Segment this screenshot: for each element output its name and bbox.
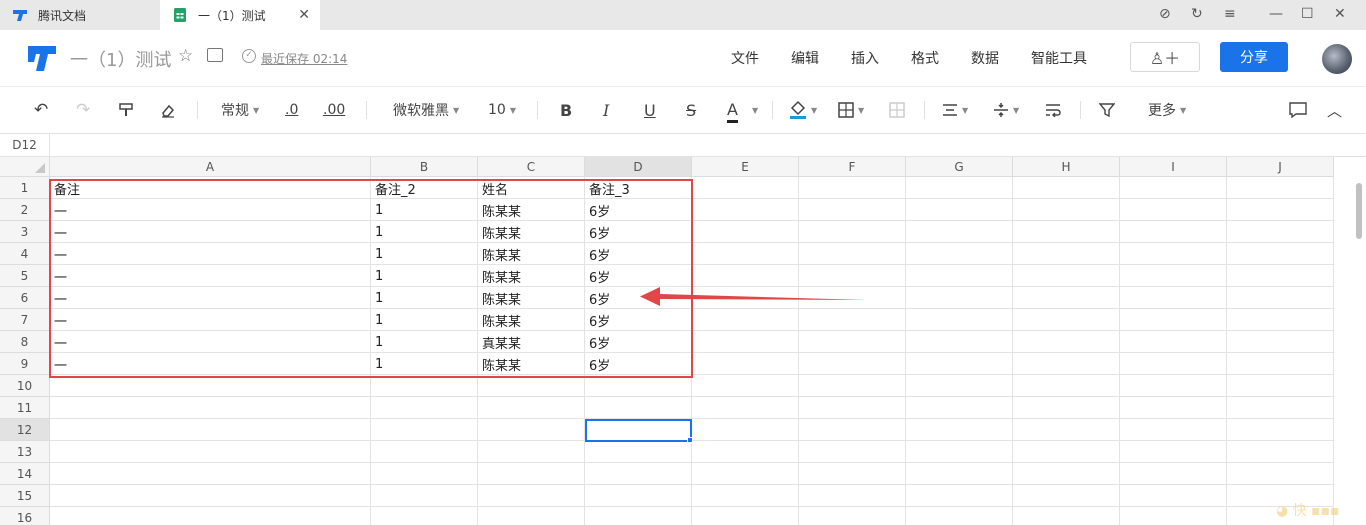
- scrollbar-thumb[interactable]: [1356, 183, 1362, 239]
- wrap-text-icon[interactable]: [1045, 99, 1061, 121]
- redo-icon[interactable]: ↷: [76, 99, 90, 121]
- move-to-folder-icon[interactable]: [207, 48, 223, 62]
- chevron-down-icon: ▼: [858, 105, 865, 115]
- tab-tencent-docs[interactable]: 腾讯文档: [0, 0, 160, 30]
- chevron-down-icon: ▼: [962, 105, 969, 115]
- document-title[interactable]: 一（1）测试: [70, 46, 171, 72]
- chevron-down-icon: ▼: [453, 105, 460, 115]
- fill-color-icon[interactable]: ▼: [789, 99, 817, 121]
- number-format-dropdown[interactable]: 常规 ▼: [221, 99, 259, 121]
- cell-name-box[interactable]: D12: [0, 134, 50, 156]
- save-status[interactable]: 最近保存 02:14: [261, 50, 347, 67]
- annotation-arrow: [640, 287, 866, 306]
- saved-check-icon: ✓: [242, 49, 256, 63]
- spreadsheet-grid[interactable]: A B C D E F G H I J 1 2 3 4 5 6 7 8 9 10 11 12 13 14 15 16 备注 备注_2 姓…: [0, 157, 1366, 525]
- toolbar-separator: [924, 101, 925, 119]
- menu-insert[interactable]: 插入: [851, 48, 879, 68]
- menu-format[interactable]: 格式: [911, 48, 939, 68]
- menu-icon[interactable]: ≡: [1224, 6, 1236, 22]
- menu-smart-tools[interactable]: 智能工具: [1031, 48, 1087, 68]
- bold-icon[interactable]: B: [560, 99, 572, 121]
- chevron-down-icon[interactable]: ▼: [748, 99, 758, 121]
- maximize-icon[interactable]: ☐: [1301, 6, 1314, 22]
- formula-bar: D12: [0, 133, 1366, 157]
- close-tab-icon[interactable]: ✕: [298, 7, 310, 23]
- vertical-align-icon[interactable]: ▼: [993, 99, 1019, 121]
- font-size-dropdown[interactable]: 10 ▼: [488, 99, 516, 121]
- share-label: 分享: [1240, 50, 1268, 66]
- tencent-docs-logo-icon: [13, 10, 27, 21]
- chevron-down-icon: ▼: [509, 105, 516, 115]
- toolbar-separator: [197, 101, 198, 119]
- font-size-value: 10: [488, 102, 506, 118]
- avatar[interactable]: [1322, 44, 1352, 74]
- more-label: 更多: [1148, 103, 1176, 119]
- add-user-icon: ♙＋: [1149, 49, 1181, 68]
- clear-format-icon[interactable]: [160, 99, 176, 121]
- number-format-value: 常规: [221, 103, 249, 119]
- vertical-scrollbar[interactable]: [1334, 177, 1366, 525]
- tab-label: 腾讯文档: [38, 8, 87, 23]
- toolbar-separator: [772, 101, 773, 119]
- font-color-icon[interactable]: A: [727, 99, 738, 123]
- collapse-toolbar-icon[interactable]: ︿: [1327, 99, 1342, 121]
- menu-edit[interactable]: 编辑: [791, 48, 819, 68]
- tencent-docs-logo-icon[interactable]: [27, 44, 57, 72]
- chevron-down-icon: ▼: [1013, 105, 1020, 115]
- refresh-icon[interactable]: ↻: [1191, 6, 1203, 22]
- chevron-down-icon: ▼: [1180, 105, 1187, 115]
- toolbar-separator: [366, 101, 367, 119]
- more-dropdown[interactable]: 更多 ▼: [1148, 99, 1186, 121]
- increase-decimal-button[interactable]: .00: [323, 99, 345, 121]
- menu-file[interactable]: 文件: [731, 48, 759, 68]
- horizontal-align-icon[interactable]: ▼: [942, 99, 968, 121]
- decrease-decimal-button[interactable]: .0: [285, 99, 298, 121]
- minimize-icon[interactable]: —: [1269, 6, 1283, 22]
- sheet-file-icon: [174, 8, 186, 22]
- compass-icon[interactable]: ⊘: [1159, 6, 1171, 22]
- font-family-dropdown[interactable]: 微软雅黑 ▼: [393, 99, 459, 121]
- chevron-down-icon: ▼: [811, 105, 818, 115]
- comment-icon[interactable]: [1289, 99, 1307, 121]
- undo-icon[interactable]: ↶: [34, 99, 48, 121]
- strikethrough-icon[interactable]: S: [686, 99, 696, 121]
- add-collaborator-button[interactable]: ♙＋: [1130, 42, 1200, 72]
- share-button[interactable]: 分享: [1220, 42, 1288, 72]
- window-titlebar: 腾讯文档 一（1）测试 ✕ ⊘ ↻ ≡ — ☐ ✕: [0, 0, 1366, 30]
- tab-label: 一（1）测试: [198, 8, 266, 23]
- format-painter-icon[interactable]: [118, 99, 134, 121]
- chevron-down-icon: ▼: [253, 105, 260, 115]
- star-icon[interactable]: ☆: [178, 46, 193, 66]
- filter-icon[interactable]: [1099, 99, 1115, 121]
- watermark: ◕ 快 ▪▪▪: [1276, 503, 1340, 519]
- merge-cells-icon[interactable]: [889, 99, 905, 121]
- close-window-icon[interactable]: ✕: [1334, 6, 1346, 22]
- font-family-value: 微软雅黑: [393, 103, 449, 119]
- italic-icon[interactable]: I: [603, 99, 609, 121]
- tab-current-sheet[interactable]: 一（1）测试 ✕: [160, 0, 320, 30]
- document-header: 一（1）测试 ☆ ✓ 最近保存 02:14 文件 编辑 插入 格式 数据 智能工…: [0, 30, 1366, 86]
- underline-icon[interactable]: U: [644, 99, 656, 121]
- toolbar-separator: [1080, 101, 1081, 119]
- menu-data[interactable]: 数据: [971, 48, 999, 68]
- borders-icon[interactable]: ▼: [838, 99, 864, 121]
- toolbar: ↶ ↷ 常规 ▼ .0 .00 微软雅黑 ▼ 10 ▼ B I U S A ▼ ▼ ▼…: [0, 87, 1366, 133]
- toolbar-separator: [537, 101, 538, 119]
